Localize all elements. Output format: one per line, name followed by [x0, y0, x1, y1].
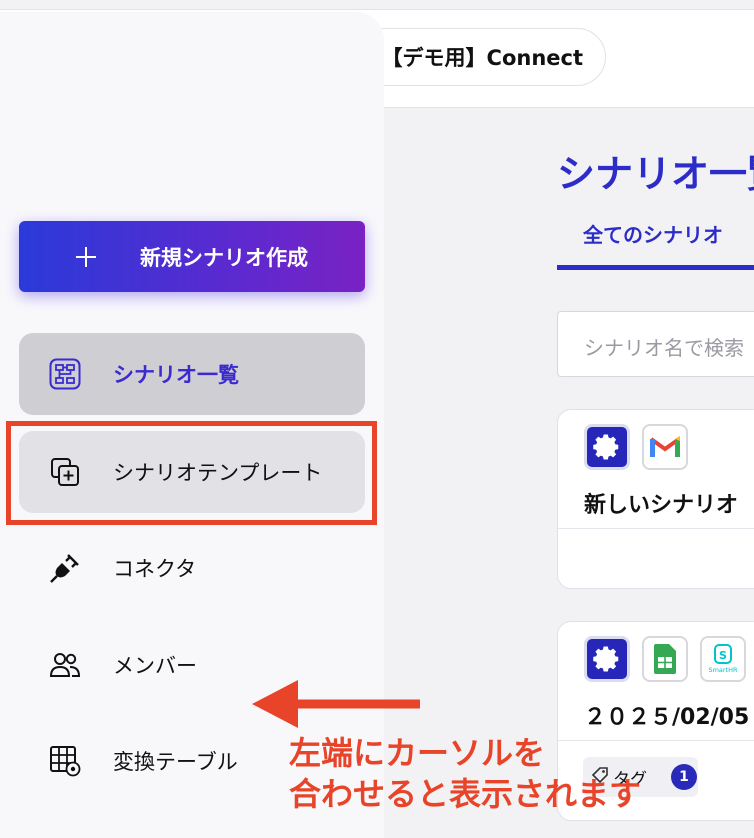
- page-title: シナリオ一覧: [557, 152, 754, 196]
- card-title: 新しいシナリオ: [584, 493, 739, 518]
- tag-count-badge: 1: [671, 764, 697, 790]
- new-scenario-label: 新規シナリオ作成: [140, 245, 308, 270]
- card-divider: [558, 528, 754, 529]
- sidebar-item-label: コネクタ: [113, 557, 197, 581]
- search-input[interactable]: シナリオ名で検索: [557, 311, 754, 377]
- sidebar-item-label: シナリオ一覧: [113, 363, 239, 387]
- gear-icon: [584, 424, 630, 470]
- gmail-icon: [642, 424, 688, 470]
- top-strip: [0, 0, 754, 10]
- svg-text:S: S: [719, 649, 727, 662]
- scenario-card[interactable]: 新しいシナリオ: [557, 409, 754, 589]
- annotation-text: 左端にカーソルを 合わせると表示されます: [289, 733, 641, 815]
- gear-icon: [584, 636, 630, 682]
- sidebar-item-label: 変換テーブル: [113, 750, 238, 774]
- svg-text:SmartHR: SmartHR: [708, 666, 738, 674]
- plug-icon: [47, 550, 83, 586]
- google-sheets-icon: [642, 636, 688, 682]
- plus-icon: [72, 246, 100, 268]
- highlight-box: [6, 421, 377, 525]
- sidebar-item-scenario-list[interactable]: シナリオ一覧: [19, 333, 365, 415]
- card-title: ２０２５/02/05: [584, 705, 750, 730]
- annotation-line-2: 合わせると表示されます: [289, 775, 642, 813]
- users-icon: [47, 647, 83, 683]
- sidebar-item-label: メンバー: [113, 654, 197, 678]
- table-gear-icon: [47, 743, 83, 779]
- annotation-line-1: 左端にカーソルを: [289, 734, 546, 772]
- smarthr-icon: S SmartHR: [700, 636, 746, 682]
- tab-all-scenarios[interactable]: 全てのシナリオ: [583, 219, 723, 248]
- flow-icon: [47, 356, 83, 392]
- new-scenario-button[interactable]: 新規シナリオ作成: [19, 221, 365, 292]
- search-placeholder: シナリオ名で検索: [584, 336, 744, 360]
- left-arrow-icon: [252, 680, 420, 728]
- sidebar-item-connector[interactable]: コネクタ: [19, 527, 365, 609]
- workspace-name: 【デモ用】Connect: [381, 46, 583, 70]
- tab-underline: [557, 265, 754, 270]
